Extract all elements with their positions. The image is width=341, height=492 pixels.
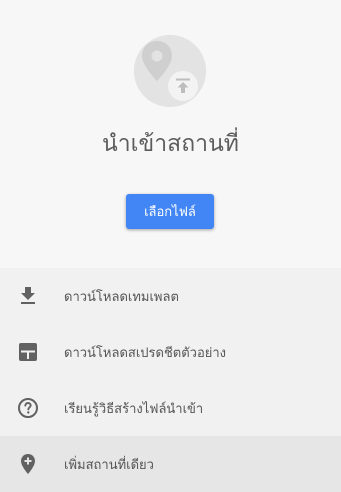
- import-options-menu: ดาวน์โหลดเทมเพลต ดาวน์โหลดสเปรดชีตตัวอย่…: [0, 268, 341, 492]
- menu-item-download-sample-spreadsheet[interactable]: ดาวน์โหลดสเปรดชีตตัวอย่าง: [0, 324, 341, 380]
- menu-item-add-single-location[interactable]: เพิ่มสถานที่เดียว: [0, 436, 341, 492]
- menu-item-label: เพิ่มสถานที่เดียว: [64, 457, 154, 473]
- download-icon: [16, 284, 40, 308]
- help-circle-icon: [16, 396, 40, 420]
- import-locations-panel: นำเข้าสถานที่ เลือกไฟล์ ดาวน์โหลดเทมเพลต…: [0, 0, 341, 492]
- menu-item-label: ดาวน์โหลดเทมเพลต: [64, 289, 179, 305]
- menu-item-label: ดาวน์โหลดสเปรดชีตตัวอย่าง: [64, 345, 227, 361]
- spreadsheet-icon: [16, 340, 40, 364]
- menu-item-learn-how-to-create-import-file[interactable]: เรียนรู้วิธีสร้างไฟล์นำเข้า: [0, 380, 341, 436]
- map-pin-upload-illustration-icon: [134, 35, 206, 107]
- import-hero: นำเข้าสถานที่ เลือกไฟล์: [0, 0, 341, 268]
- choose-file-button[interactable]: เลือกไฟล์: [126, 194, 214, 229]
- menu-item-label: เรียนรู้วิธีสร้างไฟล์นำเข้า: [64, 401, 204, 417]
- menu-item-download-template[interactable]: ดาวน์โหลดเทมเพลต: [0, 268, 341, 324]
- page-title: นำเข้าสถานที่: [102, 131, 239, 157]
- add-location-icon: [16, 452, 40, 476]
